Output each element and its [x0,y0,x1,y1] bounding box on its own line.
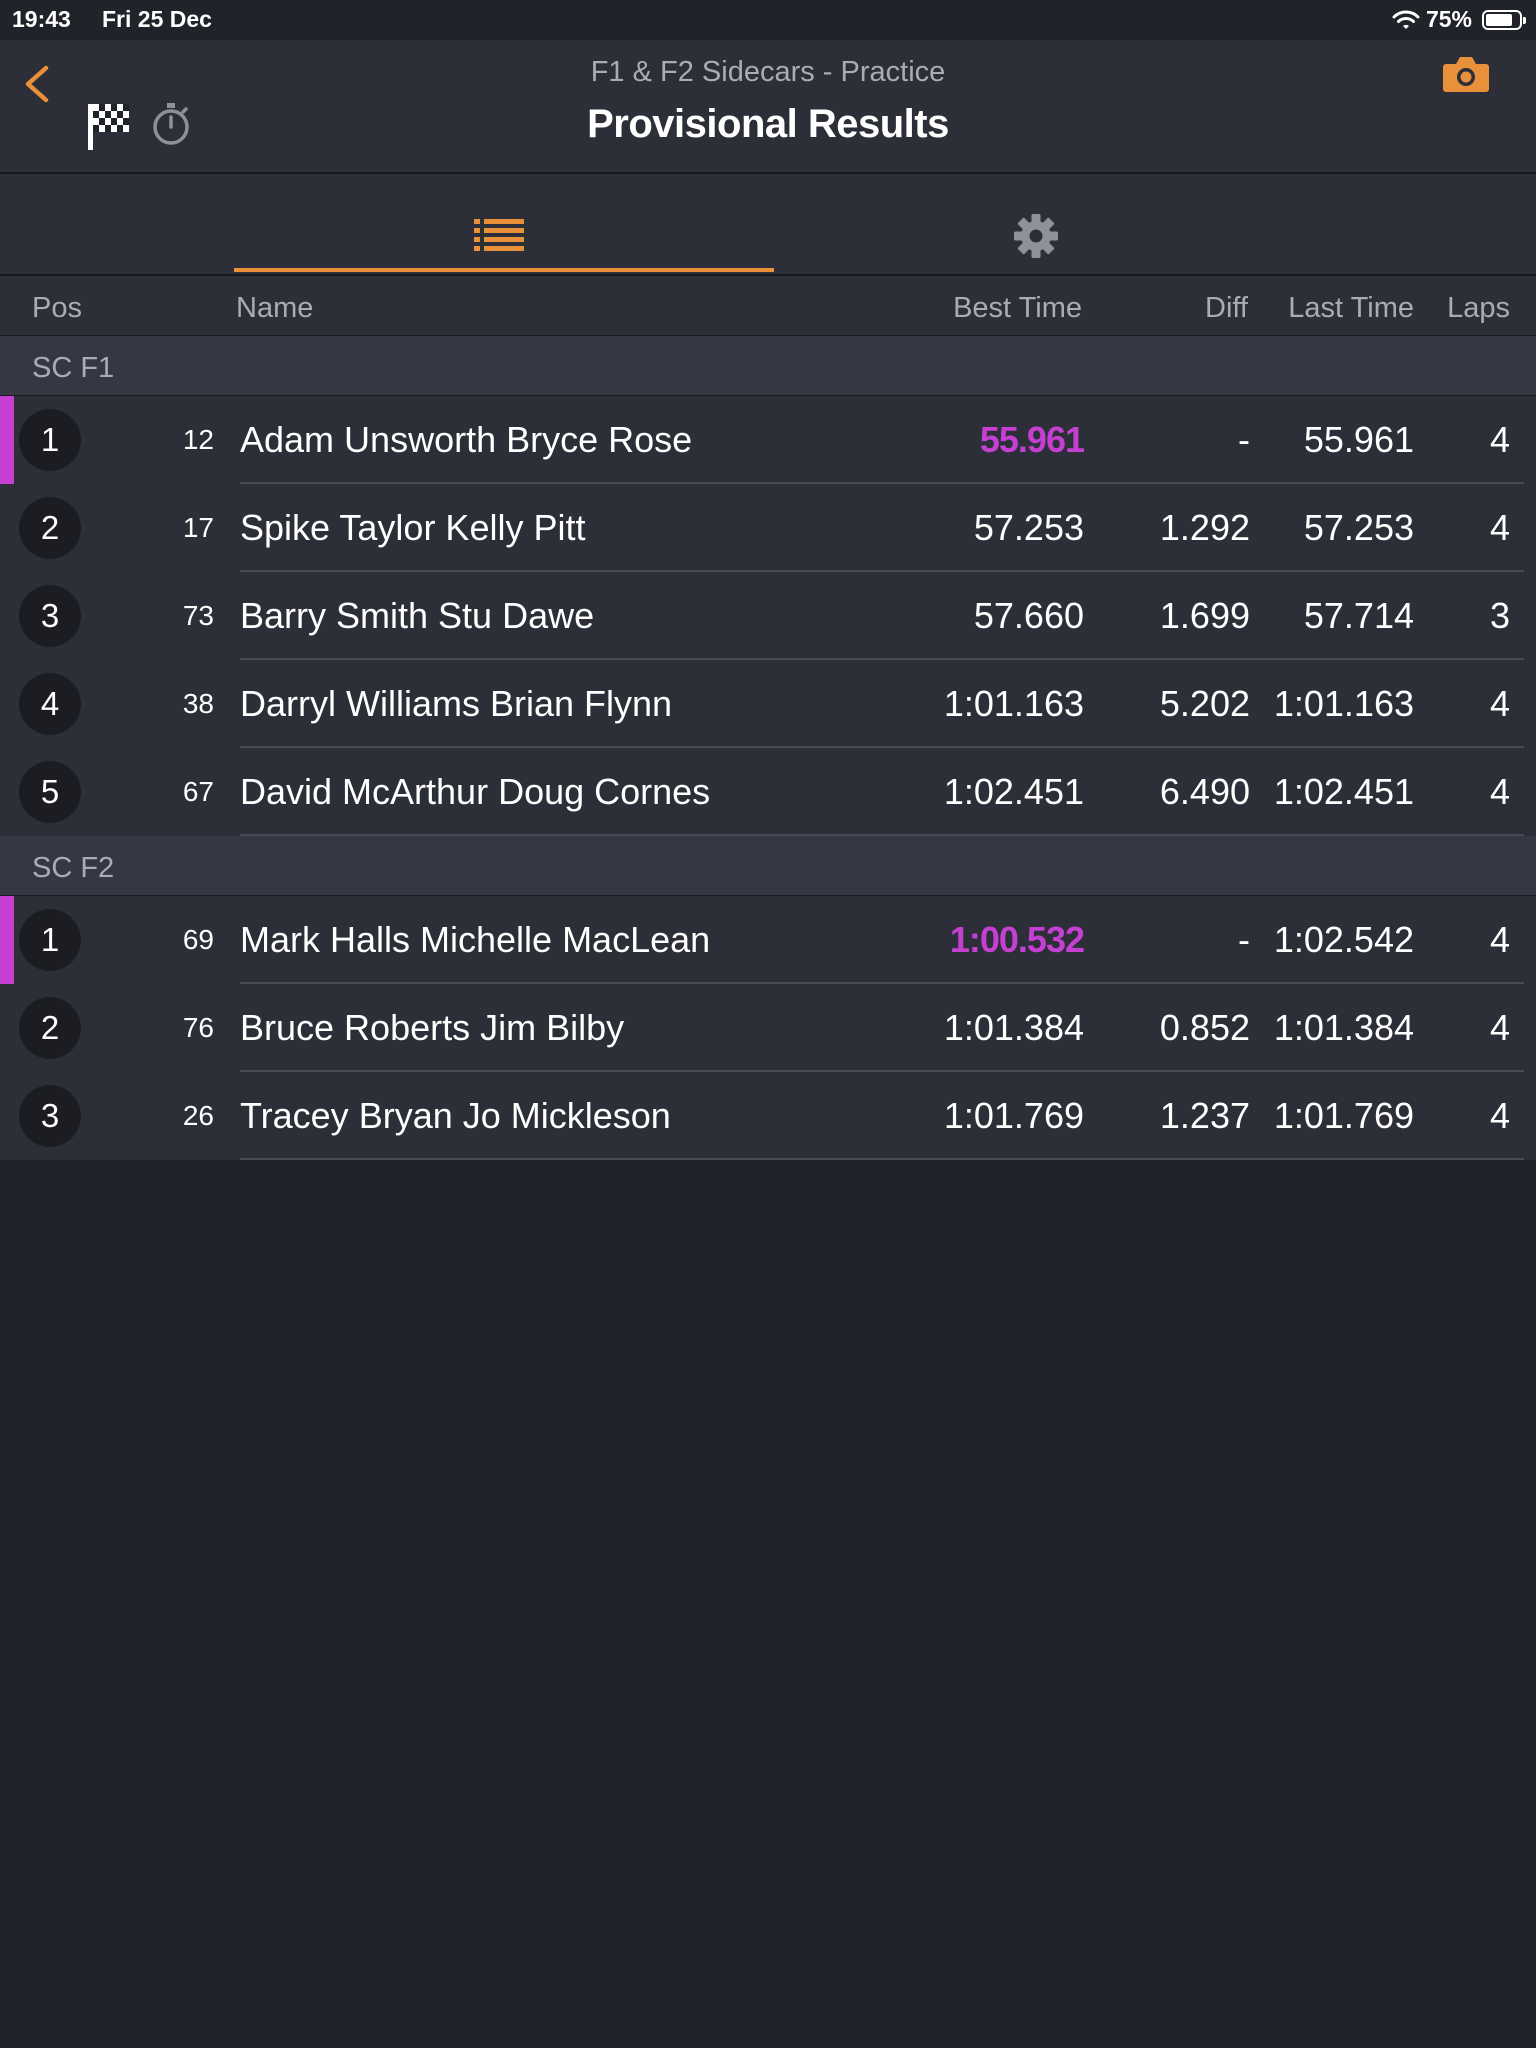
lap-count: 4 [1489,1095,1510,1136]
lap-count: 4 [1489,419,1510,460]
table-row[interactable]: 2 17 Spike Taylor Kelly Pitt 57.253 1.292 57.… [0,484,1536,572]
rider-name: Adam Unsworth Bryce Rose [240,419,693,460]
lap-count: 4 [1489,1007,1510,1048]
gear-icon [1014,214,1058,258]
position-badge: 3 [19,1085,81,1147]
fastest-lap-marker [0,396,14,484]
active-tab-indicator [234,268,774,272]
section-header: SC F1 [0,336,1536,396]
rider-number: 73 [182,600,214,631]
time-diff: 6.490 [1159,771,1250,812]
row-divider [240,1158,1524,1160]
rider-name: David McArthur Doug Cornes [240,771,711,812]
column-name: Name [236,292,314,324]
position-badge: 4 [19,673,81,735]
best-time: 1:00.532 [949,919,1085,960]
time-diff: 0.852 [1159,1007,1250,1048]
last-time: 1:01.384 [1273,1007,1414,1048]
rider-name: Spike Taylor Kelly Pitt [240,507,586,548]
lap-count: 4 [1489,771,1510,812]
tab-settings[interactable] [774,174,1294,274]
battery-icon [1482,9,1526,30]
rider-number: 26 [182,1100,214,1131]
camera-button[interactable] [1442,54,1490,99]
table-row[interactable]: 1 12 Adam Unsworth Bryce Rose 55.961 - 55.961… [0,396,1536,484]
section-header: SC F2 [0,836,1536,896]
tab-results-list[interactable] [234,174,774,274]
rider-number: 17 [182,512,214,543]
best-time: 1:01.769 [943,1095,1084,1136]
position-badge: 1 [19,909,81,971]
best-time: 1:01.163 [943,683,1084,724]
best-time: 55.961 [979,419,1085,460]
page-title: Provisional Results [587,102,949,146]
rider-name: Bruce Roberts Jim Bilby [240,1007,625,1048]
column-last-time: Last Time [1288,292,1414,324]
best-time: 57.253 [973,507,1084,548]
last-time: 55.961 [1303,419,1414,460]
position-badge: 2 [19,497,81,559]
status-date: Fri 25 Dec [102,6,212,32]
column-laps: Laps [1447,292,1510,324]
time-diff: 1.699 [1159,595,1250,636]
last-time: 1:02.451 [1273,771,1414,812]
time-diff: - [1238,419,1250,460]
rider-number: 38 [182,688,214,719]
list-icon [474,219,524,251]
nav-bar: F1 & F2 Sidecars - Practice Provisional … [0,40,1536,174]
rider-name: Mark Halls Michelle MacLean [240,919,711,960]
column-diff: Diff [1205,292,1248,324]
time-diff: 5.202 [1159,683,1250,724]
column-pos: Pos [32,292,82,324]
best-time: 1:01.384 [943,1007,1084,1048]
position-badge: 3 [19,585,81,647]
column-header-row: Pos Name Best Time Diff Last Time Laps [0,276,1536,336]
position-badge: 5 [19,761,81,823]
lap-count: 4 [1489,683,1510,724]
nav-subtitle: F1 & F2 Sidecars - Practice [590,56,946,88]
position-badge: 1 [19,409,81,471]
time-diff: 1.237 [1159,1095,1250,1136]
status-bar: 19:43 Fri 25 Dec 75% [0,0,1536,40]
section-title: SC F2 [32,852,115,884]
battery-percent: 75% [1425,6,1472,32]
last-time: 1:02.542 [1273,919,1414,960]
rider-number: 67 [182,776,214,807]
best-time: 57.660 [973,595,1084,636]
rider-number: 69 [182,924,214,955]
lap-count: 3 [1489,595,1510,636]
lap-count: 4 [1489,507,1510,548]
table-row[interactable]: 3 73 Barry Smith Stu Dawe 57.660 1.699 57.714… [0,572,1536,660]
table-row[interactable]: 3 26 Tracey Bryan Jo Mickleson 1:01.769 1.23… [0,1072,1536,1160]
rider-number: 12 [182,424,214,455]
last-time: 57.714 [1303,595,1414,636]
table-row[interactable]: 5 67 David McArthur Doug Cornes 1:02.451 6.4… [0,748,1536,836]
table-row[interactable]: 1 69 Mark Halls Michelle MacLean 1:00.532 -1… [0,896,1536,984]
time-diff: 1.292 [1159,507,1250,548]
wifi-icon [1392,10,1420,29]
rider-name: Darryl Williams Brian Flynn [240,683,673,724]
status-time: 19:43 [12,6,71,32]
rider-number: 76 [182,1012,214,1043]
last-time: 1:01.163 [1273,683,1414,724]
rider-name: Tracey Bryan Jo Mickleson [240,1095,671,1136]
last-time: 57.253 [1303,507,1414,548]
camera-icon [1443,57,1489,92]
column-best-time: Best Time [953,292,1082,324]
tab-bar [0,174,1536,276]
table-row[interactable]: 4 38 Darryl Williams Brian Flynn 1:01.163 5.… [0,660,1536,748]
time-diff: - [1238,919,1250,960]
table-row[interactable]: 2 76 Bruce Roberts Jim Bilby 1:01.384 0.852 1… [0,984,1536,1072]
section-title: SC F1 [32,352,115,384]
status-indicators: 75% [1392,6,1526,33]
last-time: 1:01.769 [1273,1095,1414,1136]
fastest-lap-marker [0,896,14,984]
best-time: 1:02.451 [943,771,1084,812]
lap-count: 4 [1489,919,1510,960]
position-badge: 2 [19,997,81,1059]
rider-name: Barry Smith Stu Dawe [240,595,595,636]
